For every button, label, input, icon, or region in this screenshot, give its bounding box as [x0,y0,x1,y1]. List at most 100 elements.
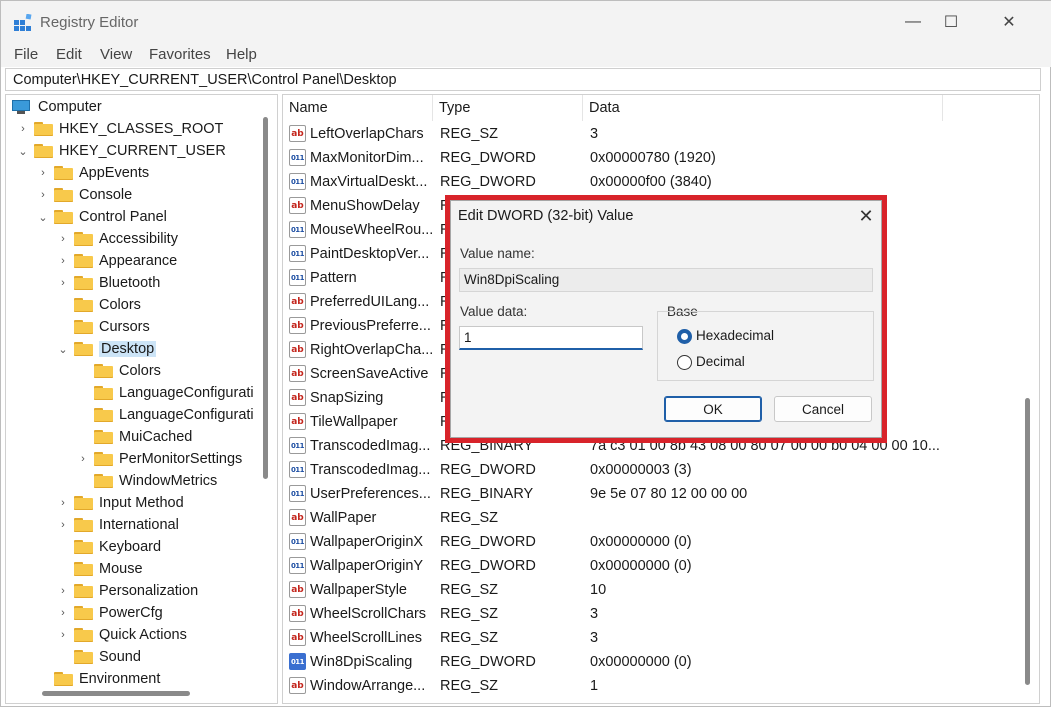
tree-item[interactable]: › Personalization [56,580,198,602]
decimal-label[interactable]: Decimal [696,354,745,369]
list-vertical-scrollbar[interactable] [1025,398,1030,685]
tree-item[interactable]: LanguageConfigurati [76,382,254,404]
close-button[interactable]: ✕ [981,1,1037,43]
chevron-right-icon[interactable]: › [36,166,50,180]
value-row[interactable]: ab WindowArrange... REG_SZ 1 [283,674,1023,698]
menu-file[interactable]: File [14,46,38,63]
tree-item[interactable]: › Accessibility [56,228,178,250]
tree-item[interactable]: › PerMonitorSettings [76,448,242,470]
chevron-right-icon[interactable]: › [56,496,70,510]
tree-item[interactable]: Sound [56,646,141,668]
value-row[interactable]: ab WallPaper REG_SZ [283,506,1023,530]
chevron-right-icon[interactable]: › [56,606,70,620]
tree-item-label: MuiCached [119,429,193,445]
chevron-right-icon[interactable]: › [56,584,70,598]
value-data-input[interactable]: 1 [459,326,643,350]
tree-item[interactable]: Keyboard [56,536,161,558]
value-data: 9e 5e 07 80 12 00 00 00 [590,486,748,502]
registry-key-tree[interactable]: Environment Sound › Quick Actions › PowerCfg ›… [5,94,278,704]
tree-item[interactable]: Colors [56,294,141,316]
binary-value-icon: 011 [289,653,306,670]
value-type: REG_SZ [440,606,499,622]
binary-value-icon: 011 [289,149,306,166]
tree-item[interactable]: › Bluetooth [56,272,160,294]
chevron-right-icon[interactable]: › [76,452,90,466]
tree-item[interactable]: Mouse [56,558,143,580]
tree-item-label: Colors [99,297,141,313]
value-row[interactable]: 011 MaxMonitorDim... REG_DWORD 0x00000780 (… [283,146,1023,170]
chevron-down-icon[interactable]: ⌄ [16,144,30,158]
value-row[interactable]: 011 WallpaperOriginY REG_DWORD 0x00000000 (… [283,554,1023,578]
value-name: Pattern [310,270,357,286]
hexadecimal-radio[interactable] [677,329,692,344]
tree-horizontal-scrollbar[interactable] [42,691,190,696]
chevron-right-icon[interactable]: › [56,276,70,290]
tree-item[interactable]: ⌄ Desktop [56,338,157,360]
tree-item[interactable]: Environment [36,668,160,690]
tree-item[interactable]: LanguageConfigurati [76,404,254,426]
tree-item[interactable]: Colors [76,360,161,382]
address-bar[interactable]: Computer\HKEY_CURRENT_USER\Control Panel… [5,68,1041,91]
string-value-icon: ab [289,581,306,598]
tree-item[interactable]: › PowerCfg [56,602,163,624]
tree-item[interactable]: › Appearance [56,250,177,272]
menu-favorites[interactable]: Favorites [149,46,211,63]
folder-icon [94,386,113,400]
folder-icon [34,122,53,136]
value-row[interactable]: 011 UserPreferences... REG_BINARY 9e 5e 07 … [283,482,1023,506]
tree-item[interactable]: ⌄ Control Panel [36,206,166,228]
tree-item[interactable]: › International [56,514,179,536]
value-name: LeftOverlapChars [310,126,424,142]
tree-item[interactable]: Computer [12,96,102,118]
window-title: Registry Editor [40,14,139,31]
hexadecimal-label[interactable]: Hexadecimal [696,328,774,343]
folder-icon [74,232,93,246]
value-name: WheelScrollChars [310,606,427,622]
tree-item[interactable]: MuiCached [76,426,192,448]
value-row[interactable]: ab LeftOverlapChars REG_SZ 3 [283,122,1023,146]
value-name: MenuShowDelay [310,198,420,214]
tree-item[interactable]: › Console [36,184,132,206]
tree-vertical-scrollbar[interactable] [263,117,268,479]
chevron-right-icon[interactable]: › [56,254,70,268]
maximize-button[interactable]: ☐ [923,1,979,43]
tree-item[interactable]: › Input Method [56,492,184,514]
column-header-type[interactable]: Type [433,95,583,121]
value-row[interactable]: 011 Win8DpiScaling REG_DWORD 0x00000000 (0) [283,650,1023,674]
tree-item[interactable]: WindowMetrics [76,470,217,492]
tree-item[interactable]: Cursors [56,316,150,338]
column-header-name[interactable]: Name [283,95,433,121]
value-row[interactable]: ab WallpaperStyle REG_SZ 10 [283,578,1023,602]
chevron-down-icon[interactable]: ⌄ [56,342,70,356]
value-row[interactable]: ab WheelScrollChars REG_SZ 3 [283,602,1023,626]
decimal-radio[interactable] [677,355,692,370]
value-data: 3 [590,630,599,646]
tree-item[interactable]: › Quick Actions [56,624,187,646]
ok-button[interactable]: OK [664,396,762,422]
menu-edit[interactable]: Edit [56,46,82,63]
cancel-button[interactable]: Cancel [774,396,872,422]
tree-item[interactable]: › AppEvents [36,162,149,184]
value-data: 1 [590,678,599,694]
value-name: PaintDesktopVer... [310,246,430,262]
dialog-close-icon[interactable]: ✕ [856,206,876,227]
chevron-down-icon[interactable]: ⌄ [36,210,50,224]
menu-help[interactable]: Help [226,46,257,63]
column-header-data[interactable]: Data [583,95,943,121]
chevron-right-icon[interactable]: › [56,518,70,532]
chevron-right-icon[interactable]: › [36,188,50,202]
chevron-right-icon[interactable]: › [56,628,70,642]
folder-icon [74,496,93,510]
tree-item[interactable]: › HKEY_CLASSES_ROOT [16,118,223,140]
value-row[interactable]: 011 MaxVirtualDeskt... REG_DWORD 0x00000f00… [283,170,1023,194]
tree-item-label: PerMonitorSettings [119,451,243,467]
value-type: REG_DWORD [440,534,536,550]
value-row[interactable]: 011 WallpaperOriginX REG_DWORD 0x00000000 (… [283,530,1023,554]
value-row[interactable]: 011 TranscodedImag... REG_DWORD 0x00000003 … [283,458,1023,482]
menu-view[interactable]: View [100,46,132,63]
chevron-right-icon[interactable]: › [16,122,30,136]
tree-item[interactable]: ⌄ HKEY_CURRENT_USER [16,140,225,162]
value-name: WallpaperOriginY [310,558,424,574]
value-row[interactable]: ab WheelScrollLines REG_SZ 3 [283,626,1023,650]
chevron-right-icon[interactable]: › [56,232,70,246]
